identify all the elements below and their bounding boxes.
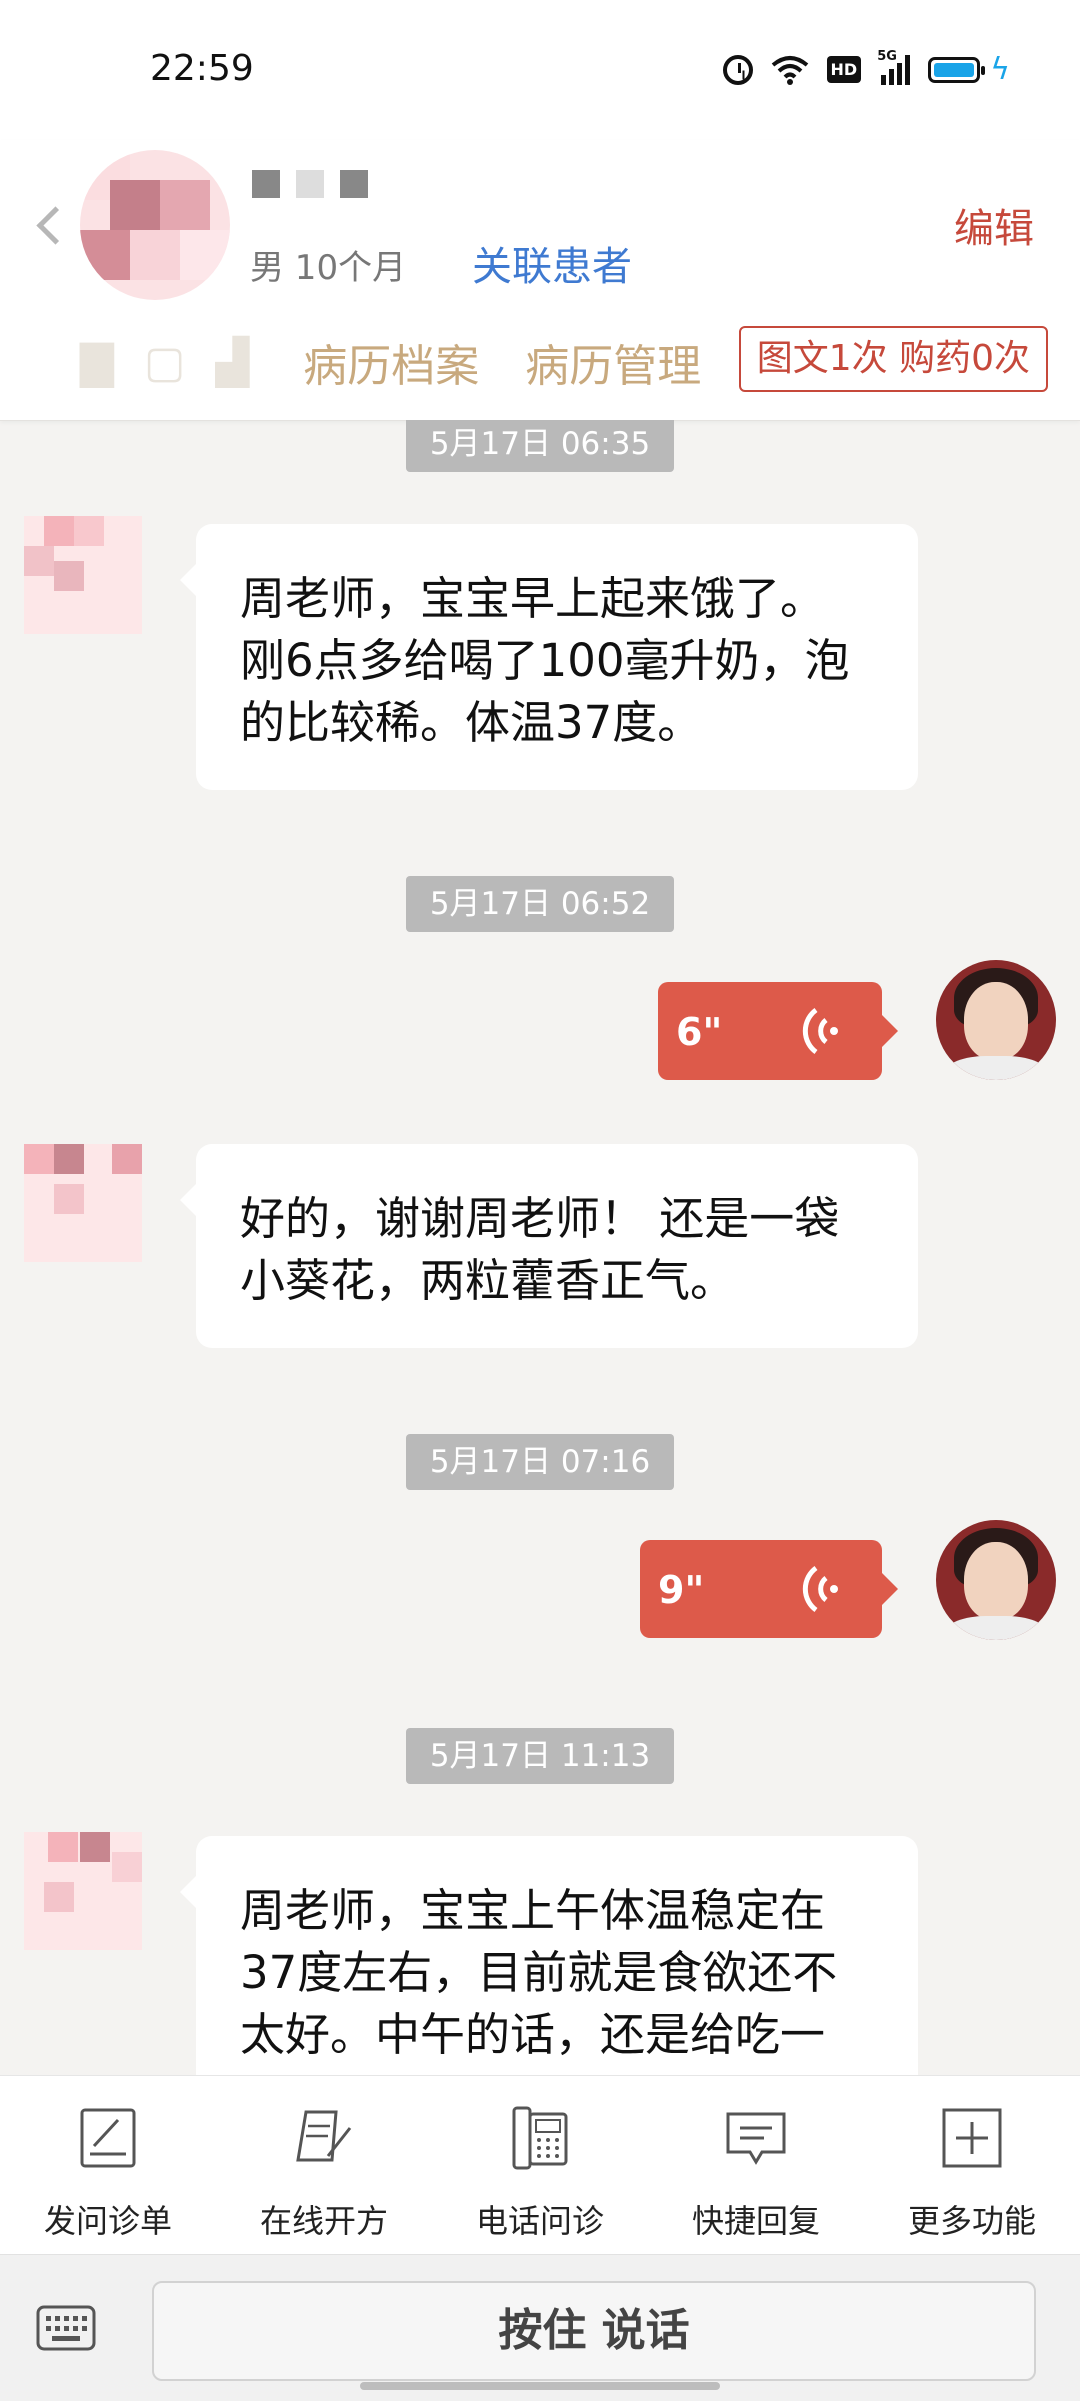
message-line: 周老师，宝宝上午体温稳定在 xyxy=(240,1884,826,1937)
tab-medical-archive[interactable]: 病历档案 xyxy=(303,330,479,394)
quick-reply-icon xyxy=(726,2112,786,2165)
voice-message-bubble[interactable]: 6" xyxy=(658,982,898,1080)
keyboard-icon[interactable] xyxy=(36,2305,96,2351)
incoming-message-bubble[interactable]: 周老师，宝宝上午体温稳定在 37度左右，目前就是食欲还不 太好。中午的话，还是给… xyxy=(180,1836,918,2075)
header-tabs: ▇ ▢ ▟ 病历档案 病历管理 xyxy=(80,330,701,394)
doctor-avatar[interactable] xyxy=(936,960,1056,1080)
send-questionnaire-button[interactable]: 发问诊单 xyxy=(0,2076,216,2254)
toolbar-label: 快捷回复 xyxy=(691,2202,820,2240)
message-line: 的比较稀。体温37度。 xyxy=(240,696,703,749)
online-prescription-button[interactable]: 在线开方 xyxy=(216,2076,432,2254)
edit-button[interactable]: 编辑 xyxy=(954,196,1034,254)
patient-chat-avatar[interactable] xyxy=(24,516,142,634)
patient-name-blurred xyxy=(252,170,368,198)
message-line: 好的，谢谢周老师！ 还是一袋 xyxy=(240,1192,840,1245)
voice-message-bubble[interactable]: 9" xyxy=(640,1540,898,1638)
incoming-message-bubble[interactable]: 周老师，宝宝早上起来饿了。 刚6点多给喝了100毫升奶，泡 的比较稀。体温37度… xyxy=(180,524,918,790)
patient-meta: 男 10个月 xyxy=(250,248,407,288)
message-line: 小葵花，两粒藿香正气。 xyxy=(240,1254,736,1307)
more-functions-button[interactable]: 更多功能 xyxy=(864,2076,1080,2254)
input-bar: 按住 说话 xyxy=(0,2254,1080,2401)
patient-chat-avatar[interactable] xyxy=(24,1832,142,1950)
message-timestamp: 5月17日 06:35 xyxy=(406,420,674,472)
tab-medical-management[interactable]: 病历管理 xyxy=(525,330,701,394)
quick-reply-button[interactable]: 快捷回复 xyxy=(648,2076,864,2254)
message-timestamp: 5月17日 06:52 xyxy=(406,876,674,932)
patient-header: 男 10个月 关联患者 编辑 ▇ ▢ ▟ 病历档案 病历管理 图文1次 购药0次 xyxy=(0,140,1080,421)
link-patient-button[interactable]: 关联患者 xyxy=(472,234,632,292)
tab-blurred[interactable]: ▇ ▢ ▟ xyxy=(80,337,257,388)
phone-icon xyxy=(512,2106,568,2170)
patient-chat-avatar[interactable] xyxy=(24,1144,142,1262)
toolbar-label: 在线开方 xyxy=(259,2202,388,2240)
message-line: 太好。中午的话，还是给吃一 xyxy=(240,2008,826,2061)
status-time: 22:59 xyxy=(150,48,254,89)
plus-box-icon xyxy=(942,2108,1002,2168)
toolbar-label: 电话问诊 xyxy=(475,2202,604,2240)
consult-count-badge[interactable]: 图文1次 购药0次 xyxy=(738,326,1048,392)
message-line: 刚6点多给喝了100毫升奶，泡 xyxy=(240,634,850,687)
doctor-avatar[interactable] xyxy=(936,1520,1056,1640)
home-indicator[interactable] xyxy=(360,2382,720,2390)
back-icon[interactable] xyxy=(34,198,64,248)
voice-wave-icon xyxy=(802,1565,838,1613)
voice-duration: 6" xyxy=(676,1010,723,1054)
message-timestamp: 5月17日 11:13 xyxy=(406,1728,674,1784)
battery-icon xyxy=(928,56,986,83)
hd-badge: HD xyxy=(826,56,862,83)
message-timestamp: 5月17日 07:16 xyxy=(406,1434,674,1490)
toolbar-label: 更多功能 xyxy=(907,2202,1036,2240)
message-line: 周老师，宝宝早上起来饿了。 xyxy=(240,572,826,625)
prescription-icon xyxy=(296,2110,352,2162)
toolbar-label: 发问诊单 xyxy=(43,2202,172,2240)
voice-wave-icon xyxy=(802,1007,838,1055)
function-toolbar: 发问诊单 在线开方 电话问诊 快捷回复 更多功能 xyxy=(0,2075,1080,2254)
incoming-message-bubble[interactable]: 好的，谢谢周老师！ 还是一袋 小葵花，两粒藿香正气。 xyxy=(180,1144,918,1348)
hold-to-talk-button[interactable]: 按住 说话 xyxy=(152,2281,1036,2381)
status-bar: 22:59 HD 5G ϟ xyxy=(0,0,1080,140)
alarm-icon xyxy=(722,54,753,85)
signal-icon: 5G xyxy=(877,49,911,85)
charging-icon: ϟ xyxy=(990,52,1010,87)
status-icons: HD 5G ϟ xyxy=(722,49,1010,87)
wifi-icon xyxy=(771,55,808,85)
voice-duration: 9" xyxy=(658,1568,705,1612)
message-line: 37度左右，目前就是食欲还不 xyxy=(240,1946,838,1999)
network-label: 5G xyxy=(877,48,897,64)
chat-area[interactable]: 5月17日 06:35 周老师，宝宝早上起来饿了。 刚6点多给喝了100毫升奶，… xyxy=(0,420,1080,2075)
patient-avatar[interactable] xyxy=(80,150,230,300)
phone-consult-button[interactable]: 电话问诊 xyxy=(432,2076,648,2254)
form-pen-icon xyxy=(80,2108,136,2168)
